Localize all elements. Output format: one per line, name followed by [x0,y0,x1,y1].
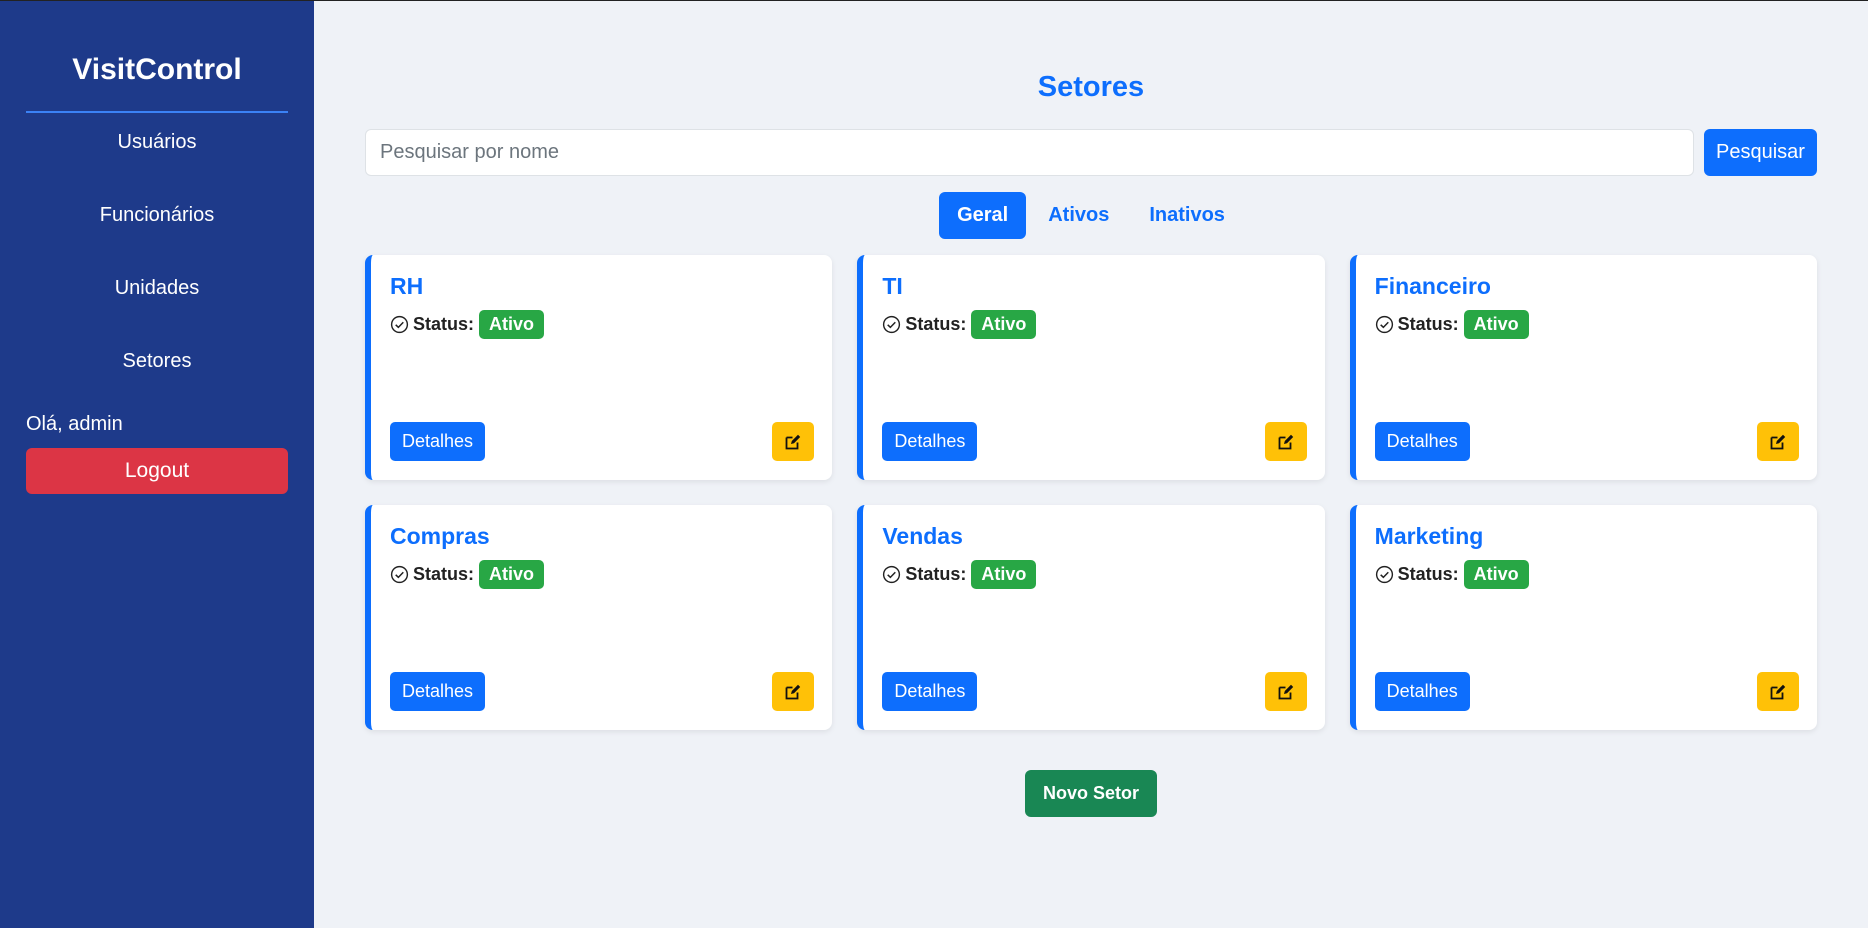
status-line: Status: Ativo [1375,560,1799,589]
sector-name: Marketing [1374,523,1484,549]
status-label: Status: [413,564,475,584]
status-label: Status: [905,314,967,334]
edit-button[interactable] [1757,672,1799,711]
sector-name: TI [882,273,903,299]
edit-icon [1770,684,1786,699]
check-circle-icon [883,565,901,584]
status-badge: Ativo [971,310,1037,339]
details-button[interactable]: Detalhes [1374,422,1470,461]
edit-icon [1278,434,1293,449]
edit-icon [785,434,801,449]
sector-card-grid: RH Status: Ativo Detalhes TI Status: Ati… [365,255,1817,730]
nav-item-funcionarios[interactable]: Funcionários [26,204,288,227]
status-line: Status: Ativo [390,560,814,589]
check-circle-icon [1375,315,1393,334]
edit-button[interactable] [1264,422,1307,461]
status-line: Status: Ativo [882,560,1306,589]
nav-item-unidades[interactable]: Unidades [26,277,288,300]
status-badge: Ativo [479,310,545,339]
sidebar: VisitControl Usuários Funcionários Unida… [0,1,314,928]
sector-card: Financeiro Status: Ativo Detalhes [1349,255,1817,480]
sector-card: Compras Status: Ativo Detalhes [365,505,833,730]
status-label: Status: [413,314,475,334]
sector-card: TI Status: Ativo Detalhes [857,255,1325,480]
status-badge: Ativo [1463,560,1529,589]
status-badge: Ativo [1463,310,1529,339]
status-line: Status: Ativo [1375,310,1799,339]
search-button[interactable]: Pesquisar [1704,129,1817,176]
status-line: Status: Ativo [882,310,1306,339]
edit-button[interactable] [1757,422,1799,461]
tab-ativos[interactable]: Ativos [1030,192,1127,239]
edit-icon [785,684,801,699]
sector-name: RH [390,273,424,299]
status-line: Status: Ativo [390,310,814,339]
details-button[interactable]: Detalhes [882,422,978,461]
tab-geral[interactable]: Geral [939,192,1027,239]
status-badge: Ativo [971,560,1037,589]
filter-tabs: Geral Ativos Inativos [365,192,1817,239]
brand-title: VisitControl [26,1,288,113]
sector-card: Marketing Status: Ativo Detalhes [1349,505,1817,730]
check-circle-icon [1375,565,1393,584]
check-circle-icon [883,315,901,334]
edit-button[interactable] [772,422,815,461]
edit-button[interactable] [1264,672,1307,711]
status-label: Status: [905,564,967,584]
details-button[interactable]: Detalhes [1374,672,1470,711]
nav-item-usuarios[interactable]: Usuários [26,131,288,154]
edit-icon [1278,684,1293,699]
check-circle-icon [390,315,409,334]
tab-inativos[interactable]: Inativos [1131,192,1243,239]
edit-icon [1770,434,1786,449]
sector-name: Compras [390,523,490,549]
status-label: Status: [1397,314,1459,334]
status-label: Status: [1397,564,1459,584]
details-button[interactable]: Detalhes [390,422,486,461]
details-button[interactable]: Detalhes [882,672,978,711]
sector-name: Vendas [882,523,963,549]
status-badge: Ativo [479,560,545,589]
search-input[interactable] [365,129,1694,176]
page-title: Setores [1037,71,1145,103]
edit-button[interactable] [772,672,815,711]
new-sector-button[interactable]: Novo Setor [1024,770,1157,817]
search-bar: Pesquisar [365,129,1817,176]
sector-card: RH Status: Ativo Detalhes [365,255,833,480]
sector-name: Financeiro [1374,273,1491,299]
sector-card: Vendas Status: Ativo Detalhes [857,505,1325,730]
check-circle-icon [390,565,409,584]
main-content: Setores Pesquisar Geral Ativos Inativos … [314,1,1868,928]
logout-button[interactable]: Logout [26,448,288,494]
new-sector-wrap: Novo Setor [365,770,1817,817]
details-button[interactable]: Detalhes [390,672,486,711]
user-greeting: Olá, admin [26,413,123,435]
nav-item-setores[interactable]: Setores [26,350,288,373]
